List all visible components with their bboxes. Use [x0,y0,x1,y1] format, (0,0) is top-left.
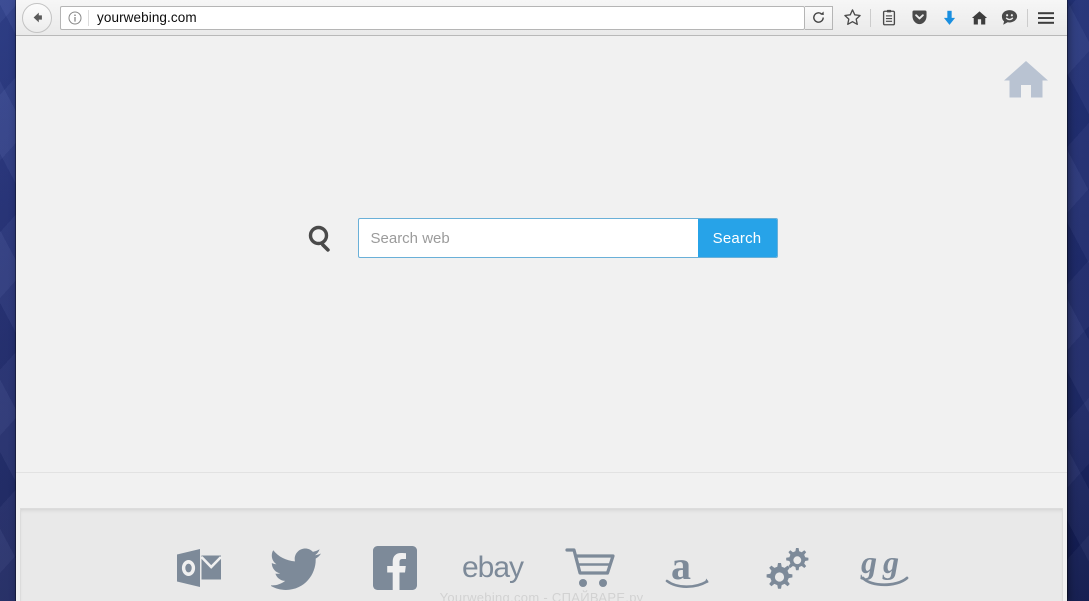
reload-button[interactable] [805,5,833,30]
toolbar-divider [870,8,871,27]
site-identity-icon[interactable] [61,9,89,26]
info-circle-icon [68,11,82,24]
svg-text:g: g [860,545,877,580]
svg-text:g: g [882,545,899,580]
svg-text:a: a [671,545,691,588]
bookmark-star-icon [843,9,861,26]
outlook-icon [176,549,222,587]
shopping-cart-icon [564,548,615,587]
page-home-button[interactable] [1003,58,1049,105]
footer-note: Yourwebing.com - СПАЙВАРЕ.ру [439,590,644,601]
reader-list-button[interactable] [874,3,904,33]
page-content: Search web Search ebay a g g Yourwebing.… [16,36,1067,601]
url-bar[interactable]: yourwebing.com [60,5,805,30]
pocket-shield-icon [911,10,927,25]
back-arrow-icon [33,12,42,23]
facebook-icon [372,546,417,590]
feedback-smiley-icon [1001,10,1017,25]
hamburger-menu-button[interactable] [1031,3,1061,33]
download-arrow-icon [943,10,955,25]
home-icon [1004,61,1048,98]
reader-list-icon [882,9,896,25]
search-area: Search [16,36,1067,473]
home-button[interactable] [964,3,994,33]
bookmark-star-button[interactable] [837,3,867,33]
ebay-icon: ebay [461,551,524,584]
back-button[interactable] [22,2,52,33]
pocket-save-button[interactable] [904,3,934,33]
reload-icon [813,11,824,23]
search-magnifier-icon [306,223,336,253]
feedback-button[interactable] [994,3,1024,33]
search-input[interactable] [358,219,698,257]
browser-window: yourwebing.com Search web Search ebay a … [16,0,1067,601]
shortcut-panel: ebay a g g Yourwebing.com - СПАЙВАРЕ.ру [20,508,1063,601]
browser-toolbar: yourwebing.com [16,0,1067,36]
gears-icon [766,548,808,589]
search-box: Search [357,218,778,258]
home-icon [971,10,987,24]
search-button[interactable]: Search [697,219,777,257]
search-row: Search [16,218,1067,258]
hamburger-menu-icon [1038,11,1054,24]
url-text: yourwebing.com [97,10,197,25]
downloads-button[interactable] [934,3,964,33]
gg-smile-icon: g g [860,545,908,587]
amazon-icon: a [665,545,708,588]
toolbar-divider-2 [1027,8,1028,27]
twitter-bird-icon [270,548,321,590]
